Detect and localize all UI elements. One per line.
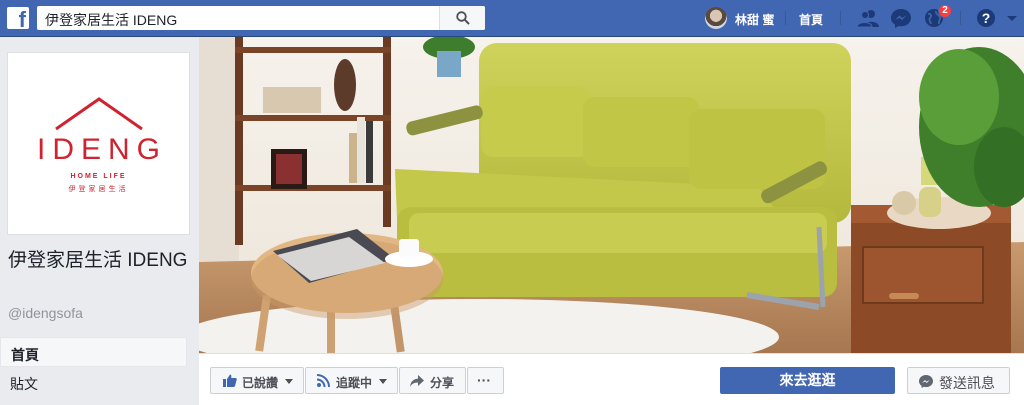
- sidebar-item-label: 首頁: [11, 347, 39, 363]
- search-icon: [456, 11, 470, 25]
- rss-feed-icon: [317, 374, 330, 387]
- sidebar-item-home[interactable]: 首頁: [0, 337, 187, 367]
- cover-photo[interactable]: [199, 37, 1024, 353]
- share-button-label: 分享: [430, 376, 455, 390]
- page-sidebar: IDENG HOME LIFE 伊登家居生活 伊登家居生活 IDENG @ide…: [0, 37, 199, 405]
- thumbs-up-icon: [223, 374, 237, 387]
- logo-tagline: HOME LIFE: [70, 173, 127, 180]
- more-options-button[interactable]: ···: [467, 367, 504, 394]
- divider: [960, 11, 961, 25]
- divider: [785, 11, 786, 25]
- caret-down-icon: [285, 379, 293, 384]
- divider: [840, 11, 841, 25]
- page-action-bar: 已說讚 追蹤中 分享 ··· 來去逛逛 發送訊息: [199, 353, 1024, 405]
- sidebar-item-label: 貼文: [10, 376, 38, 392]
- svg-text:?: ?: [982, 10, 991, 26]
- send-message-button[interactable]: 發送訊息: [907, 367, 1010, 394]
- following-button-label: 追蹤中: [336, 376, 373, 390]
- share-arrow-icon: [410, 375, 424, 387]
- logo-tagline-chinese: 伊登家居生活: [68, 186, 129, 193]
- messenger-icon[interactable]: [890, 8, 912, 28]
- send-message-label: 發送訊息: [939, 375, 995, 391]
- messenger-icon: [919, 375, 933, 388]
- help-icon[interactable]: ?: [975, 8, 997, 28]
- liked-button[interactable]: 已說讚: [210, 367, 304, 394]
- house-roof-logo-icon: [55, 97, 143, 131]
- sidebar-item-posts[interactable]: 貼文: [0, 367, 187, 397]
- chevron-down-icon[interactable]: [1006, 8, 1018, 28]
- shop-now-button[interactable]: 來去逛逛: [720, 367, 895, 394]
- caret-down-icon: [379, 379, 387, 384]
- user-name: 林甜 蜜: [735, 13, 775, 27]
- following-button[interactable]: 追蹤中: [305, 367, 398, 394]
- home-link[interactable]: 首頁: [799, 11, 823, 28]
- more-options-icon: ···: [477, 372, 491, 388]
- search-input[interactable]: 伊登家居生活 IDENG: [45, 10, 177, 30]
- search-box[interactable]: 伊登家居生活 IDENG: [37, 6, 485, 30]
- cover-photo-scene: [199, 37, 1024, 353]
- share-button[interactable]: 分享: [399, 367, 466, 394]
- search-button[interactable]: [439, 6, 485, 30]
- friends-icon[interactable]: [857, 8, 879, 28]
- logo-wordmark: IDENG: [36, 133, 167, 166]
- liked-button-label: 已說讚: [242, 376, 279, 390]
- page-title[interactable]: 伊登家居生活 IDENG: [8, 249, 193, 273]
- top-navigation-bar: f 伊登家居生活 IDENG 林甜 蜜 首頁 2 ?: [0, 0, 1024, 37]
- avatar: [705, 7, 727, 29]
- notification-count-badge: 2: [938, 4, 952, 18]
- page-username[interactable]: @idengsofa: [8, 305, 83, 321]
- page-profile-picture[interactable]: IDENG HOME LIFE 伊登家居生活: [7, 52, 190, 235]
- facebook-logo[interactable]: f: [7, 7, 29, 31]
